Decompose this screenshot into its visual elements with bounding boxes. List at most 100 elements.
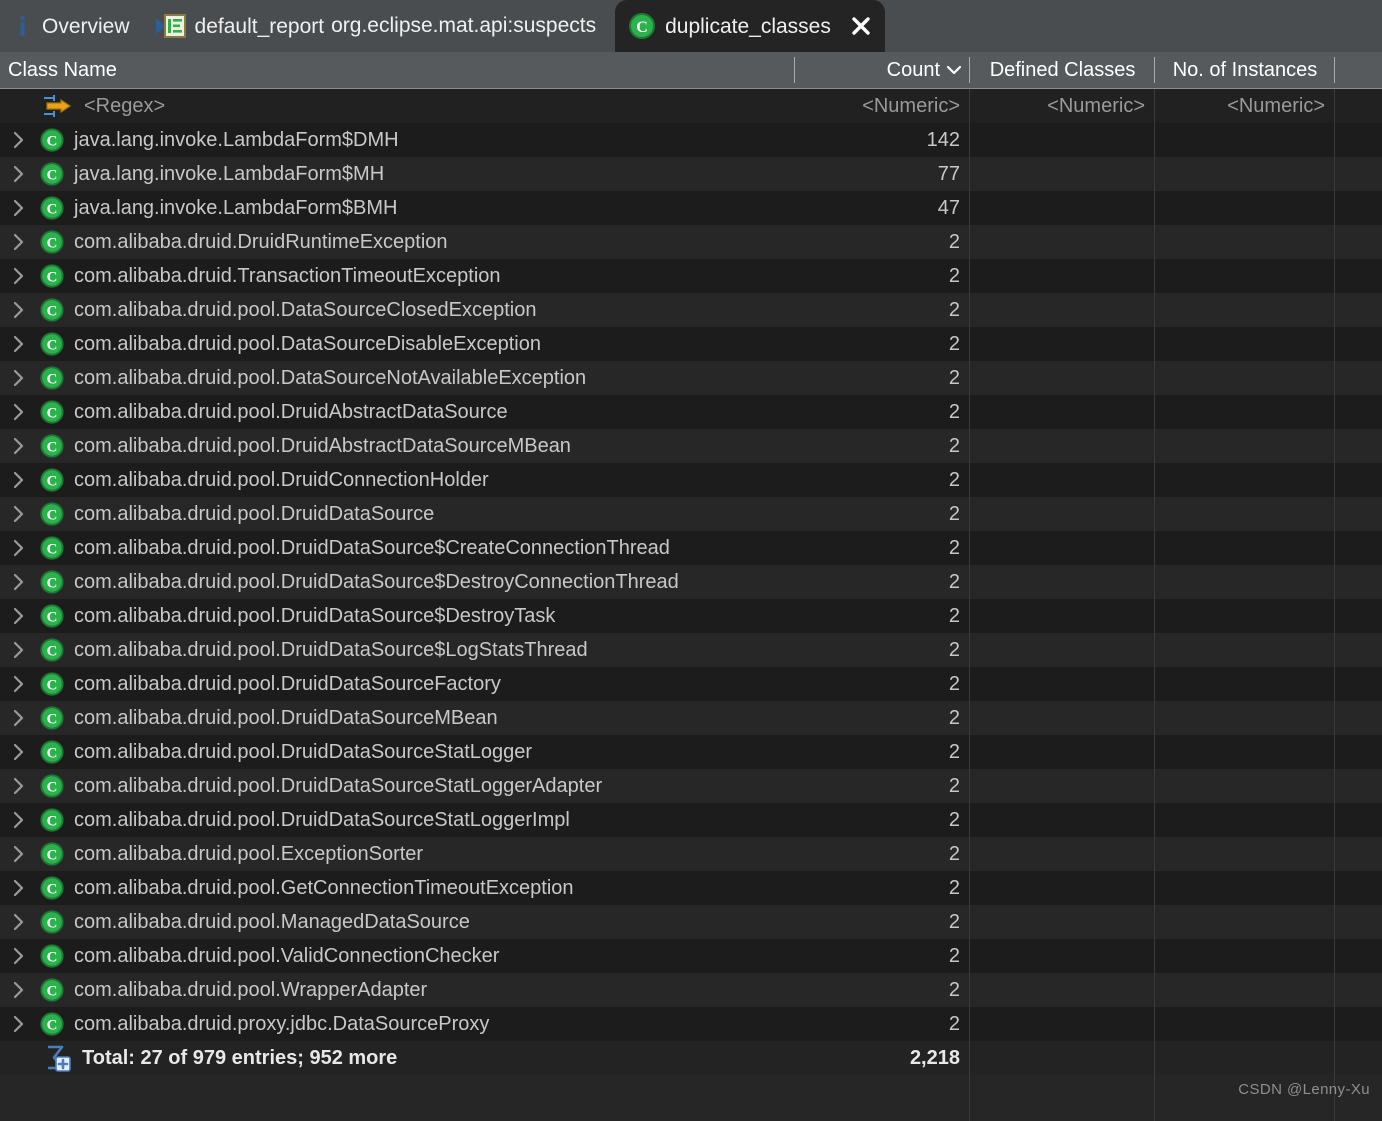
expand-arrow-icon[interactable]: [0, 641, 38, 659]
cell-class-name[interactable]: Ccom.alibaba.druid.pool.DruidConnectionH…: [0, 467, 795, 493]
expand-arrow-icon[interactable]: [0, 913, 38, 931]
cell-class-name[interactable]: Ccom.alibaba.druid.pool.DruidAbstractDat…: [0, 399, 795, 425]
expand-arrow-icon[interactable]: [0, 131, 38, 149]
table-row[interactable]: Ccom.alibaba.druid.pool.DruidAbstractDat…: [0, 395, 1382, 429]
table-row[interactable]: Ccom.alibaba.druid.pool.DataSourceClosed…: [0, 293, 1382, 327]
expand-arrow-icon[interactable]: [0, 709, 38, 727]
expand-arrow-icon[interactable]: [0, 845, 38, 863]
cell-class-name[interactable]: Ccom.alibaba.druid.pool.DruidAbstractDat…: [0, 433, 795, 459]
table-total-row[interactable]: Total: 27 of 979 entries; 952 more 2,218: [0, 1041, 1382, 1075]
duplicate-classes-table[interactable]: <Regex> <Numeric> <Numeric> <Numeric> Cj…: [0, 89, 1382, 1121]
cell-class-name[interactable]: Ccom.alibaba.druid.pool.DruidDataSourceM…: [0, 705, 795, 731]
cell-class-name[interactable]: Cjava.lang.invoke.LambdaForm$MH: [0, 161, 795, 187]
cell-class-name[interactable]: Ccom.alibaba.druid.pool.DruidDataSource$…: [0, 603, 795, 629]
cell-class-name[interactable]: Ccom.alibaba.druid.pool.DataSourceNotAva…: [0, 365, 795, 391]
cell-count: 2: [795, 809, 970, 832]
class-name-label: java.lang.invoke.LambdaForm$DMH: [74, 129, 399, 152]
cell-class-name[interactable]: Ccom.alibaba.druid.pool.DruidDataSourceS…: [0, 739, 795, 765]
expand-arrow-icon[interactable]: [0, 437, 38, 455]
expand-arrow-icon[interactable]: [0, 777, 38, 795]
expand-arrow-icon[interactable]: [0, 947, 38, 965]
cell-class-name[interactable]: Ccom.alibaba.druid.pool.DruidDataSource$…: [0, 569, 795, 595]
expand-arrow-icon[interactable]: [0, 981, 38, 999]
cell-class-name[interactable]: Ccom.alibaba.druid.DruidRuntimeException: [0, 229, 795, 255]
cell-class-name[interactable]: Ccom.alibaba.druid.proxy.jdbc.DataSource…: [0, 1011, 795, 1037]
table-row[interactable]: Ccom.alibaba.druid.TransactionTimeoutExc…: [0, 259, 1382, 293]
table-row[interactable]: Ccom.alibaba.druid.pool.DruidAbstractDat…: [0, 429, 1382, 463]
column-header-defined-classes[interactable]: Defined Classes: [970, 52, 1155, 88]
expand-arrow-icon[interactable]: [0, 811, 38, 829]
table-row[interactable]: Cjava.lang.invoke.LambdaForm$MH77: [0, 157, 1382, 191]
expand-arrow-icon[interactable]: [0, 879, 38, 897]
filter-cell-no-of-instances[interactable]: <Numeric>: [1155, 95, 1335, 118]
expand-arrow-icon[interactable]: [0, 165, 38, 183]
column-header-class-name[interactable]: Class Name: [0, 52, 795, 88]
table-row[interactable]: Ccom.alibaba.druid.pool.WrapperAdapter2: [0, 973, 1382, 1007]
expand-arrow-icon[interactable]: [0, 267, 38, 285]
table-row[interactable]: Ccom.alibaba.druid.pool.ValidConnectionC…: [0, 939, 1382, 973]
svg-text:C: C: [47, 406, 58, 422]
cell-class-name[interactable]: Ccom.alibaba.druid.pool.DruidDataSource$…: [0, 637, 795, 663]
table-row[interactable]: Ccom.alibaba.druid.pool.DruidDataSource2: [0, 497, 1382, 531]
cell-class-name[interactable]: Ccom.alibaba.druid.pool.DataSourceDisabl…: [0, 331, 795, 357]
expand-arrow-icon[interactable]: [0, 471, 38, 489]
expand-arrow-icon[interactable]: [0, 403, 38, 421]
cell-class-name[interactable]: Ccom.alibaba.druid.pool.GetConnectionTim…: [0, 875, 795, 901]
table-row[interactable]: Ccom.alibaba.druid.pool.DruidDataSource$…: [0, 599, 1382, 633]
expand-arrow-icon[interactable]: [0, 505, 38, 523]
table-row[interactable]: Ccom.alibaba.druid.pool.DruidDataSourceM…: [0, 701, 1382, 735]
table-row[interactable]: Ccom.alibaba.druid.pool.DruidDataSource$…: [0, 633, 1382, 667]
cell-class-name[interactable]: Ccom.alibaba.druid.pool.DataSourceClosed…: [0, 297, 795, 323]
cell-class-name[interactable]: Ccom.alibaba.druid.pool.WrapperAdapter: [0, 977, 795, 1003]
cell-class-name[interactable]: Ccom.alibaba.druid.pool.DruidDataSource$…: [0, 535, 795, 561]
tab-default-report[interactable]: default_report org.eclipse.mat.api:suspe…: [143, 0, 610, 52]
cell-class-name[interactable]: Ccom.alibaba.druid.pool.ManagedDataSourc…: [0, 909, 795, 935]
cell-class-name[interactable]: Cjava.lang.invoke.LambdaForm$BMH: [0, 195, 795, 221]
table-row[interactable]: Ccom.alibaba.druid.pool.DruidDataSourceS…: [0, 803, 1382, 837]
table-row[interactable]: Cjava.lang.invoke.LambdaForm$BMH47: [0, 191, 1382, 225]
column-header-count[interactable]: Count: [795, 52, 970, 88]
table-row[interactable]: Ccom.alibaba.druid.pool.ExceptionSorter2: [0, 837, 1382, 871]
cell-class-name[interactable]: Ccom.alibaba.druid.pool.ValidConnectionC…: [0, 943, 795, 969]
expand-arrow-icon[interactable]: [0, 539, 38, 557]
expand-arrow-icon[interactable]: [0, 573, 38, 591]
expand-arrow-icon[interactable]: [0, 335, 38, 353]
cell-class-name[interactable]: Ccom.alibaba.druid.TransactionTimeoutExc…: [0, 263, 795, 289]
table-row[interactable]: Ccom.alibaba.druid.DruidRuntimeException…: [0, 225, 1382, 259]
column-header-no-of-instances[interactable]: No. of Instances: [1155, 52, 1335, 88]
expand-arrow-icon[interactable]: [0, 607, 38, 625]
filter-cell-defined-classes[interactable]: <Numeric>: [970, 95, 1155, 118]
cell-class-name[interactable]: Ccom.alibaba.druid.pool.ExceptionSorter: [0, 841, 795, 867]
filter-cell-count[interactable]: <Numeric>: [795, 95, 970, 118]
table-row[interactable]: Ccom.alibaba.druid.pool.DruidConnectionH…: [0, 463, 1382, 497]
expand-arrow-icon[interactable]: [0, 301, 38, 319]
tab-duplicate-classes[interactable]: C duplicate_classes: [615, 0, 885, 52]
table-filter-row[interactable]: <Regex> <Numeric> <Numeric> <Numeric>: [0, 89, 1382, 123]
close-icon[interactable]: [850, 15, 872, 37]
table-row[interactable]: Ccom.alibaba.druid.pool.GetConnectionTim…: [0, 871, 1382, 905]
table-row[interactable]: Ccom.alibaba.druid.pool.ManagedDataSourc…: [0, 905, 1382, 939]
table-row[interactable]: Ccom.alibaba.druid.pool.DruidDataSourceS…: [0, 769, 1382, 803]
table-row[interactable]: Ccom.alibaba.druid.pool.DruidDataSourceF…: [0, 667, 1382, 701]
table-row[interactable]: Ccom.alibaba.druid.pool.DruidDataSource$…: [0, 531, 1382, 565]
cell-class-name[interactable]: Ccom.alibaba.druid.pool.DruidDataSourceF…: [0, 671, 795, 697]
expand-arrow-icon[interactable]: [0, 199, 38, 217]
table-row[interactable]: Ccom.alibaba.druid.pool.DataSourceNotAva…: [0, 361, 1382, 395]
expand-arrow-icon[interactable]: [0, 233, 38, 251]
cell-class-name[interactable]: Ccom.alibaba.druid.pool.DruidDataSource: [0, 501, 795, 527]
tab-overview[interactable]: Overview: [0, 0, 143, 52]
table-row[interactable]: Ccom.alibaba.druid.pool.DataSourceDisabl…: [0, 327, 1382, 361]
cell-class-name[interactable]: Cjava.lang.invoke.LambdaForm$DMH: [0, 127, 795, 153]
table-row[interactable]: Ccom.alibaba.druid.proxy.jdbc.DataSource…: [0, 1007, 1382, 1041]
expand-arrow-icon[interactable]: [0, 743, 38, 761]
table-row[interactable]: Ccom.alibaba.druid.pool.DruidDataSource$…: [0, 565, 1382, 599]
table-row[interactable]: Cjava.lang.invoke.LambdaForm$DMH142: [0, 123, 1382, 157]
expand-arrow-icon[interactable]: [0, 369, 38, 387]
table-row[interactable]: Ccom.alibaba.druid.pool.DruidDataSourceS…: [0, 735, 1382, 769]
svg-text:C: C: [47, 780, 58, 796]
cell-class-name[interactable]: Ccom.alibaba.druid.pool.DruidDataSourceS…: [0, 807, 795, 833]
expand-arrow-icon[interactable]: [0, 1015, 38, 1033]
expand-arrow-icon[interactable]: [0, 675, 38, 693]
filter-cell-class-name[interactable]: <Regex>: [0, 93, 795, 119]
cell-class-name[interactable]: Ccom.alibaba.druid.pool.DruidDataSourceS…: [0, 773, 795, 799]
